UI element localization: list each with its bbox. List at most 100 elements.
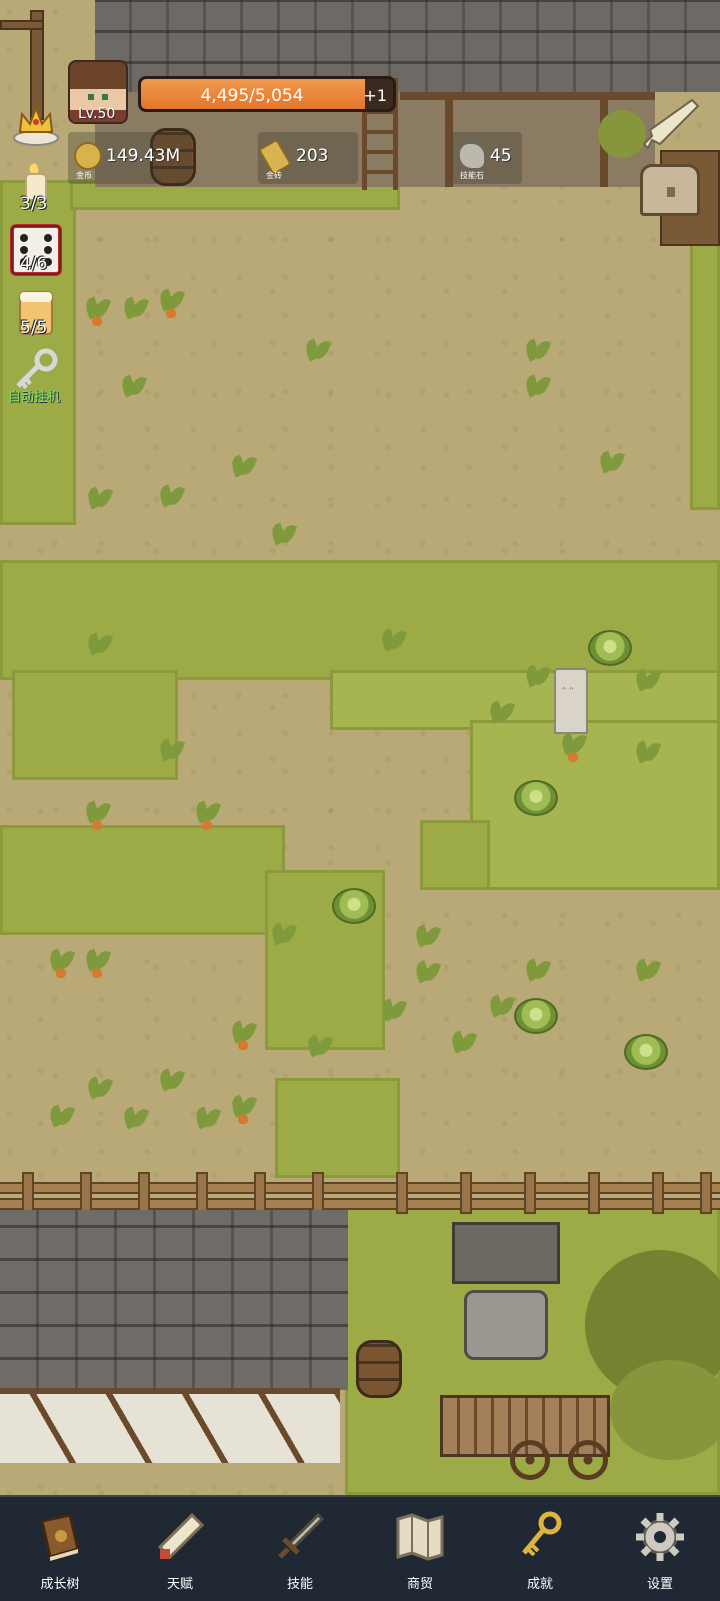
crop[interactable] xyxy=(484,700,518,730)
experience-text: 4,495/5,054 xyxy=(200,86,304,106)
cabbage[interactable] xyxy=(332,888,376,924)
crop[interactable] xyxy=(556,732,590,762)
crop[interactable] xyxy=(630,668,664,698)
cabbage[interactable] xyxy=(588,630,632,666)
crop[interactable] xyxy=(80,800,114,830)
skill-stone-counter[interactable]: 45 技能石 xyxy=(452,132,522,184)
crop[interactable] xyxy=(82,1076,116,1106)
nav-label: 天赋 xyxy=(166,1577,193,1592)
gold-coin-caption: 金币 xyxy=(76,171,92,180)
player-level: Lv.50 xyxy=(78,106,116,122)
fence-post xyxy=(22,1172,34,1214)
nav-growth-tree[interactable]: 成长树 xyxy=(0,1497,120,1601)
gold-bar-counter[interactable]: 203 金砖 xyxy=(257,132,358,184)
crop[interactable] xyxy=(376,628,410,658)
nav-label: 设置 xyxy=(646,1577,673,1592)
nav-label: 技能 xyxy=(286,1577,313,1592)
gold-bar-caption: 金砖 xyxy=(266,171,282,180)
sword-icon xyxy=(278,1512,325,1559)
crop[interactable] xyxy=(116,374,150,404)
cabbage[interactable] xyxy=(514,780,558,816)
grass-patch xyxy=(275,1078,400,1178)
crop[interactable] xyxy=(376,998,410,1028)
gear-icon xyxy=(636,1513,684,1561)
grass-patch xyxy=(420,820,490,890)
crop[interactable] xyxy=(80,948,114,978)
fence-post xyxy=(588,1172,600,1214)
crop[interactable] xyxy=(190,1106,224,1136)
crop[interactable] xyxy=(446,1030,480,1060)
crop[interactable] xyxy=(226,1020,260,1050)
candle-count: 3/3 xyxy=(20,194,48,214)
fence-post xyxy=(396,1172,408,1214)
book-icon xyxy=(40,1513,80,1561)
beer-count: 5/5 xyxy=(20,318,48,338)
crop[interactable] xyxy=(226,454,260,484)
game-map[interactable]: ᵔ ᵔ xyxy=(0,0,720,1495)
crop[interactable] xyxy=(410,924,444,954)
crown-icon[interactable] xyxy=(12,100,60,146)
crop[interactable] xyxy=(154,288,188,318)
crop[interactable] xyxy=(630,740,664,770)
bush xyxy=(598,110,646,158)
crop[interactable] xyxy=(118,1106,152,1136)
fence-post xyxy=(524,1172,536,1214)
sword-icon[interactable] xyxy=(640,96,702,156)
crop[interactable] xyxy=(118,296,152,326)
barrel xyxy=(356,1340,402,1398)
crop[interactable] xyxy=(190,800,224,830)
crop[interactable] xyxy=(154,1068,188,1098)
crop[interactable] xyxy=(520,958,554,988)
cabbage[interactable] xyxy=(624,1034,668,1070)
bottom-navigation: 成长树 天赋 技能 商贸 成就 设置 xyxy=(0,1495,720,1601)
crop[interactable] xyxy=(266,522,300,552)
gold-coin-counter[interactable]: 149.43M 金币 xyxy=(68,132,192,184)
treasure-chest-icon[interactable] xyxy=(640,164,700,216)
crop[interactable] xyxy=(154,484,188,514)
crop[interactable] xyxy=(630,958,664,988)
well-roof xyxy=(452,1222,560,1284)
cart-wheel xyxy=(510,1440,550,1480)
crop[interactable] xyxy=(82,632,116,662)
crop[interactable] xyxy=(82,486,116,516)
fence-post xyxy=(80,1172,92,1214)
crop[interactable] xyxy=(226,1094,260,1124)
crop[interactable] xyxy=(484,994,518,1024)
key-icon xyxy=(522,1511,562,1557)
water-well[interactable] xyxy=(464,1290,548,1360)
candle-item[interactable]: 3/3 xyxy=(8,160,64,216)
nav-trade[interactable]: 商贸 xyxy=(360,1497,480,1601)
nav-achievement[interactable]: 成就 xyxy=(480,1497,600,1601)
house-wall xyxy=(0,1388,340,1463)
beer-item[interactable]: 5/5 xyxy=(8,288,64,342)
fence-post xyxy=(254,1172,266,1214)
crop[interactable] xyxy=(302,1034,336,1064)
dice-count: 4/6 xyxy=(20,254,48,274)
crop[interactable] xyxy=(520,338,554,368)
wooden-post xyxy=(0,20,44,30)
crop[interactable] xyxy=(266,922,300,952)
crop[interactable] xyxy=(300,338,334,368)
crop[interactable] xyxy=(520,664,554,694)
cabbage[interactable] xyxy=(514,998,558,1034)
crop[interactable] xyxy=(44,1104,78,1134)
scroll-icon xyxy=(157,1512,205,1560)
nav-talent[interactable]: 天赋 xyxy=(120,1497,240,1601)
nav-skill[interactable]: 技能 xyxy=(240,1497,360,1601)
nav-settings[interactable]: 设置 xyxy=(600,1497,720,1601)
map-icon xyxy=(396,1513,444,1561)
skill-stone-value: 45 xyxy=(490,146,512,166)
crop[interactable] xyxy=(154,738,188,768)
dice-item[interactable]: 4/6 xyxy=(8,224,64,278)
crop[interactable] xyxy=(594,450,628,480)
crop[interactable] xyxy=(80,296,114,326)
ghost-banner[interactable]: ᵔ ᵔ xyxy=(554,668,588,734)
cart-wheel xyxy=(568,1440,608,1480)
fence-rail xyxy=(0,1182,720,1194)
crop[interactable] xyxy=(44,948,78,978)
crop[interactable] xyxy=(520,374,554,404)
crop[interactable] xyxy=(410,960,444,990)
nav-label: 商贸 xyxy=(406,1577,433,1592)
auto-idle-button[interactable]: 自动挂机 xyxy=(8,348,78,408)
fence-post xyxy=(652,1172,664,1214)
